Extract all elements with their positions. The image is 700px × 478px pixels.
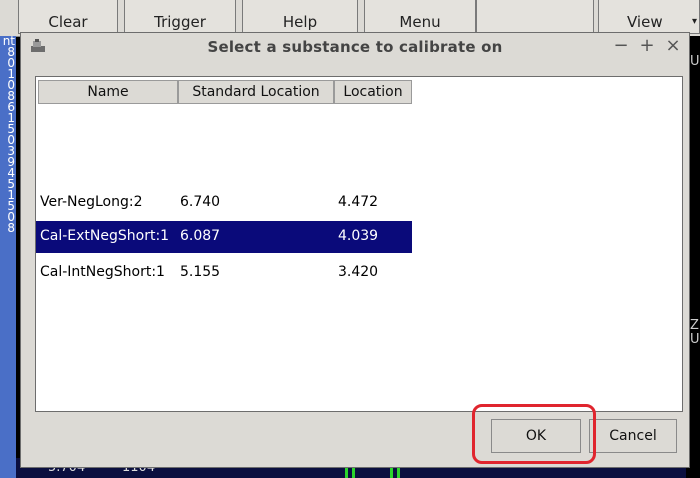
standard-location-value: 6.087 [180, 228, 221, 244]
dialog-titlebar[interactable]: Select a substance to calibrate on − + × [21, 33, 689, 61]
list-header: Name Standard Location Location [36, 77, 682, 105]
standard-location-value: 5.155 [180, 264, 221, 280]
signal-bar [397, 468, 400, 478]
maximize-icon[interactable]: + [638, 35, 656, 56]
signal-bar [352, 468, 355, 478]
close-icon[interactable]: × [664, 35, 682, 56]
clear-button[interactable]: Clear [18, 0, 118, 34]
trigger-button[interactable]: Trigger [124, 0, 236, 34]
right-mark-2: Z [690, 318, 699, 333]
blank-toolbar-button[interactable] [476, 0, 594, 34]
right-mark-3: U [690, 332, 700, 347]
list-item[interactable]: Cal-IntNegShort:1 5.155 3.420 [36, 257, 412, 289]
dialog-title: Select a substance to calibrate on [207, 38, 503, 56]
substance-name: Ver-NegLong:2 [40, 194, 143, 210]
column-header-standard-location[interactable]: Standard Location [178, 80, 334, 104]
right-mark-1: U [690, 54, 700, 69]
list-item-selected[interactable]: Cal-ExtNegShort:1 6.087 4.039 [36, 221, 412, 253]
calibrate-dialog: Select a substance to calibrate on − + ×… [20, 32, 690, 468]
signal-bar [345, 468, 348, 478]
location-value: 4.039 [338, 228, 379, 244]
cancel-button[interactable]: Cancel [589, 419, 677, 453]
help-button[interactable]: Help [242, 0, 358, 34]
signal-bar [390, 468, 393, 478]
substance-list[interactable]: Name Standard Location Location Ver-NegL… [35, 76, 683, 412]
location-value: 4.472 [338, 194, 379, 210]
list-item[interactable]: Ver-NegLong:2 6.740 4.472 [36, 187, 412, 219]
standard-location-value: 6.740 [180, 194, 221, 210]
view-button[interactable]: View ▾ [598, 0, 700, 34]
background-left-panel: nt 8 0 1 0 8 6 1 5 0 3 9 4 5 1 5 0 8 [0, 36, 16, 478]
minimize-icon[interactable]: − [612, 35, 630, 56]
substance-name: Cal-IntNegShort:1 [40, 264, 165, 280]
column-header-location[interactable]: Location [334, 80, 412, 104]
ok-button-annotation-ring [472, 404, 596, 464]
location-value: 3.420 [338, 264, 379, 280]
substance-name: Cal-ExtNegShort:1 [40, 228, 170, 244]
left-digit: 8 [7, 221, 15, 235]
menu-button[interactable]: Menu [364, 0, 476, 34]
column-header-name[interactable]: Name [38, 80, 178, 104]
view-button-label: View [627, 13, 663, 31]
